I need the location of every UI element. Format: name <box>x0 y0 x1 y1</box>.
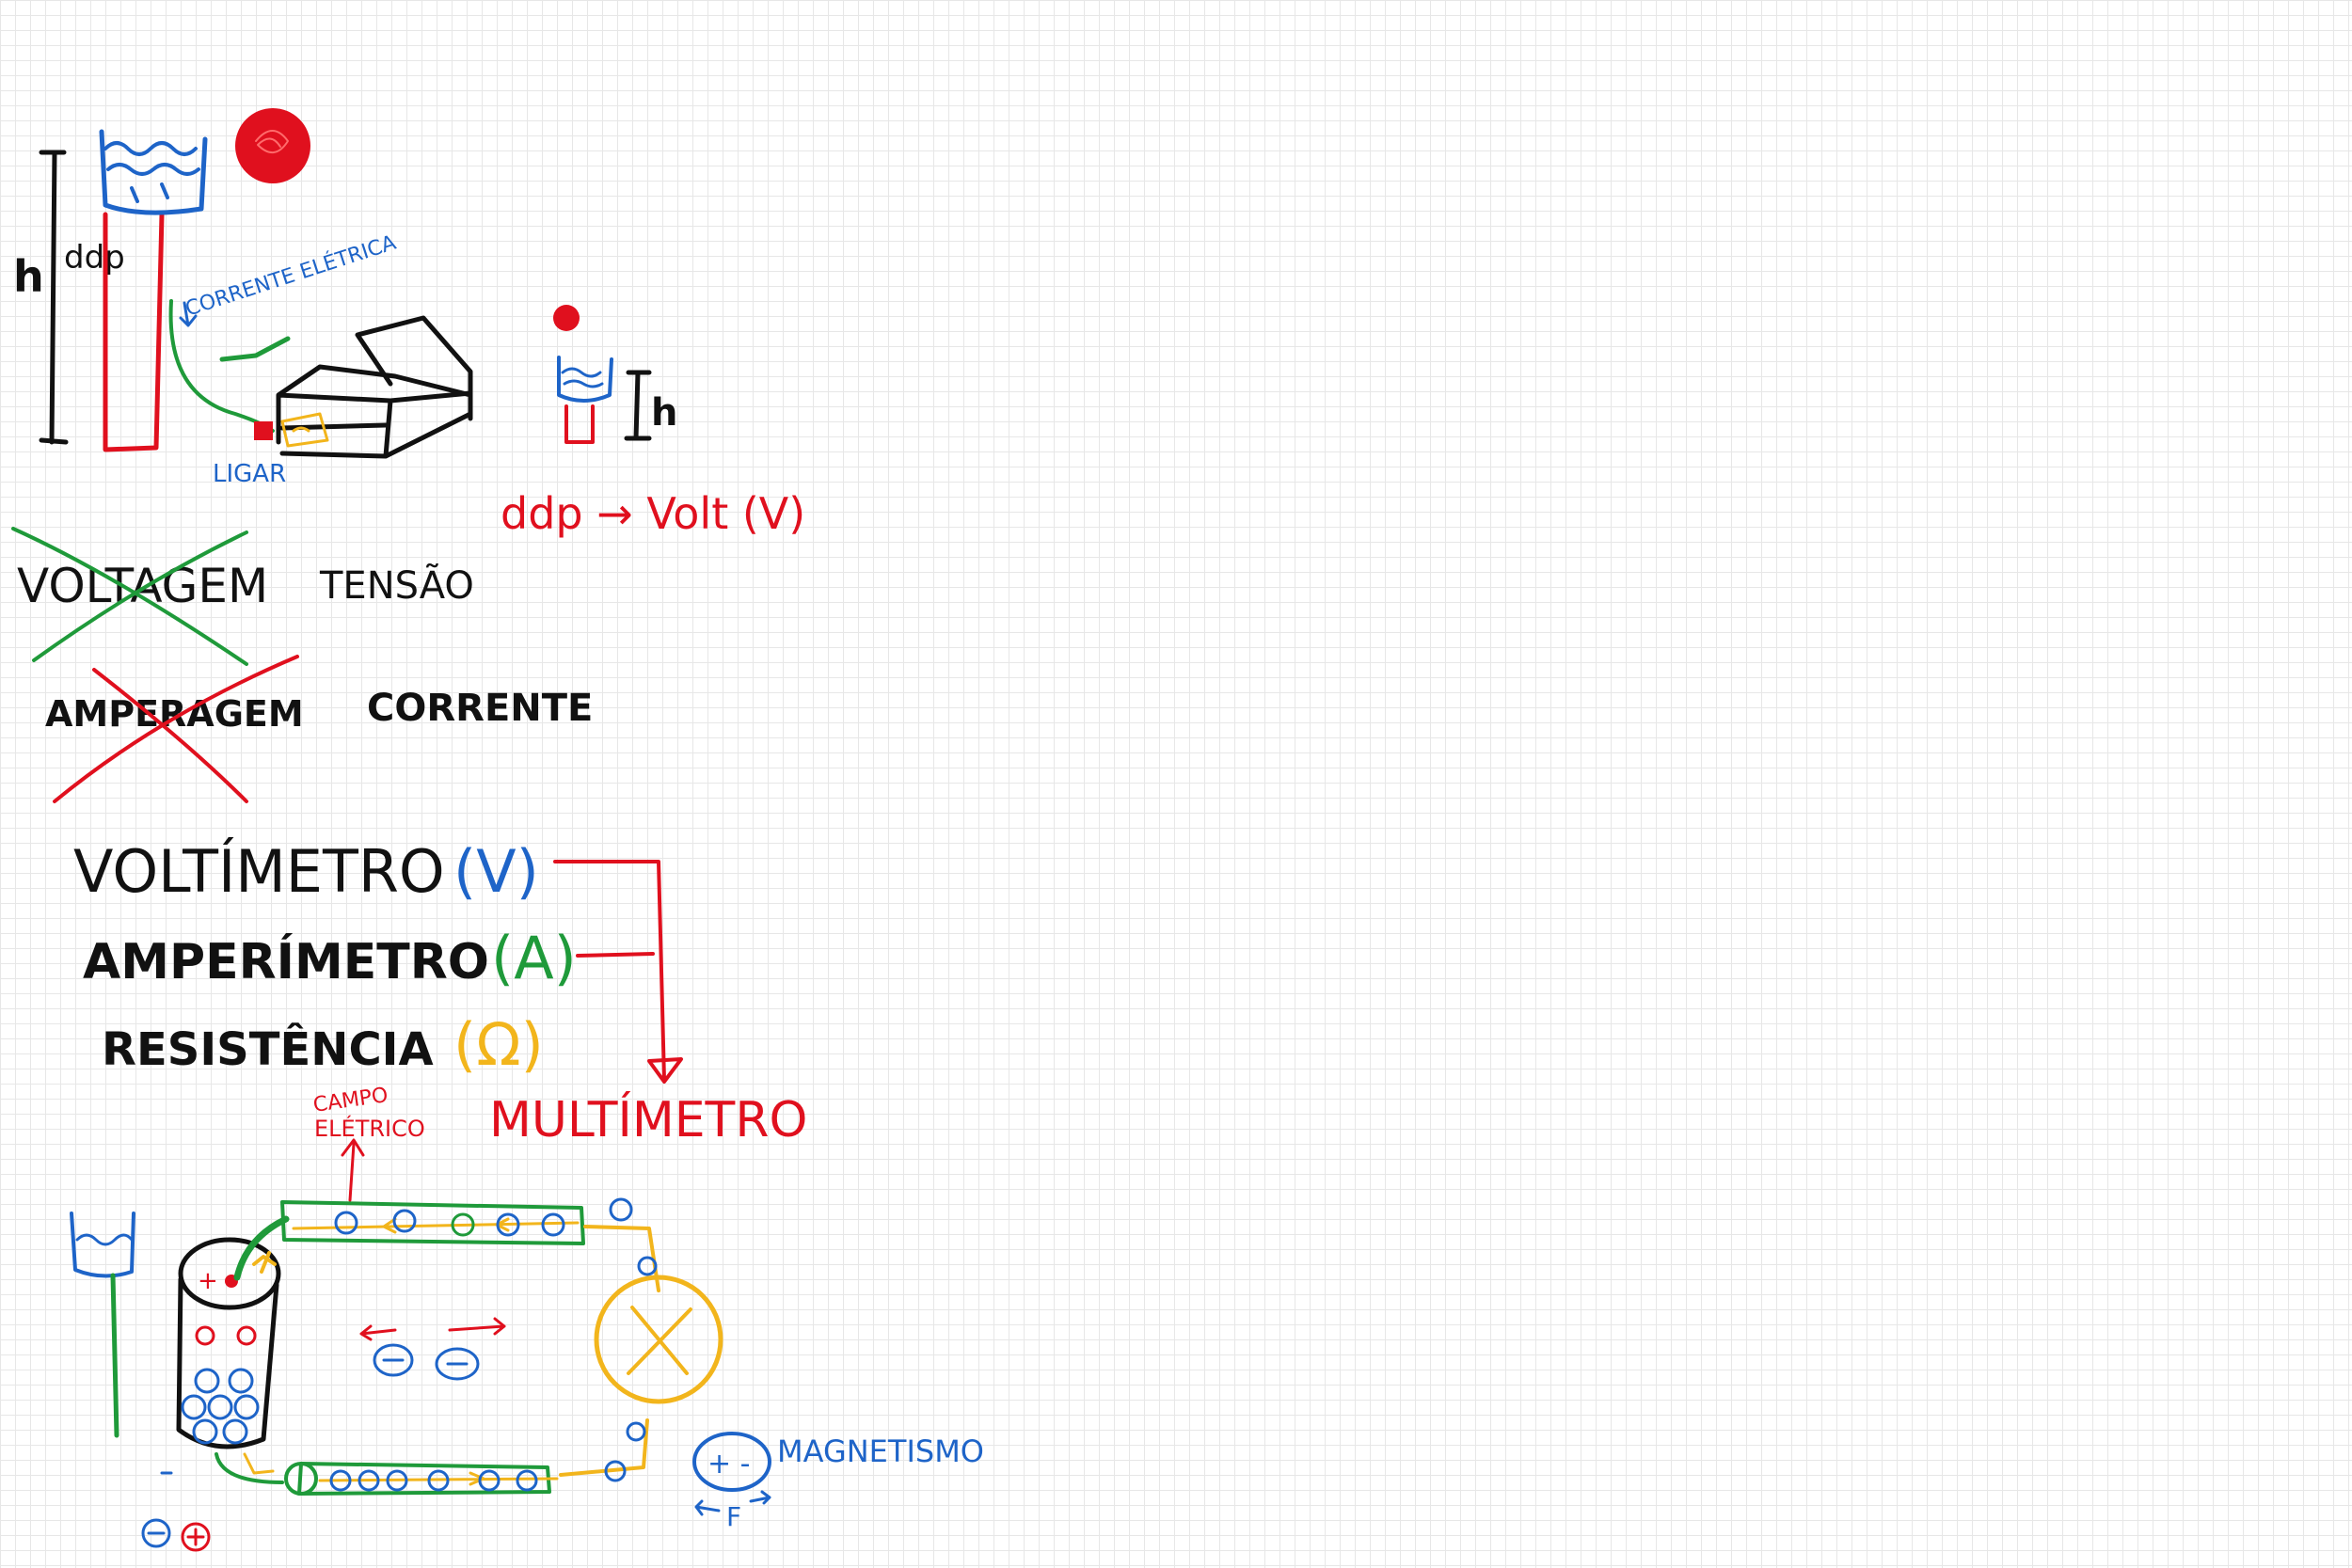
campo-label-2: ELÉTRICO <box>314 1115 425 1142</box>
small-h-label: h <box>651 391 677 435</box>
campo-pointer <box>341 1138 365 1202</box>
small-tank-water <box>561 367 604 388</box>
magnetismo-label: MAGNETISMO <box>777 1433 984 1469</box>
height-bracket <box>39 150 69 445</box>
whiteboard-canvas: h ddp CORRENTE ELÉTRICA LIGAR h ddp → Vo… <box>11 108 984 1552</box>
wire-electron <box>516 1469 538 1492</box>
term-voltagem: VOLTAGEM <box>17 559 268 613</box>
multimetro-label: MULTÍMETRO <box>489 1091 807 1148</box>
ddp-label: ddp <box>64 239 125 277</box>
free-electron-minus <box>382 1358 469 1366</box>
switch-red <box>254 421 273 440</box>
battery-electron-blue <box>192 1418 218 1445</box>
battery-electron-blue <box>207 1394 233 1420</box>
instrument-amperimetro-symbol: (A) <box>491 924 577 992</box>
battery-top <box>178 1237 281 1310</box>
right-wire-electron <box>626 1421 646 1442</box>
lamp-cross <box>627 1306 692 1375</box>
instrument-voltimetro-symbol: (V) <box>453 837 539 906</box>
tank-diagram: h ddp CORRENTE ELÉTRICA LIGAR h ddp → Vo… <box>13 108 805 539</box>
small-tank <box>557 356 613 403</box>
instrument-resistencia: RESISTÊNCIA <box>102 1022 434 1076</box>
green-dash <box>219 336 291 362</box>
instrument-amperimetro: AMPERÍMETRO <box>83 933 489 990</box>
right-wire <box>559 1225 660 1477</box>
charge-symbols <box>186 1528 205 1546</box>
instrument-list: VOLTÍMETRO (V) AMPERÍMETRO (A) RESISTÊNC… <box>73 837 807 1148</box>
battery-electron-blue <box>181 1394 207 1420</box>
circuit-tank-pipe <box>110 1273 119 1438</box>
small-pipe <box>564 404 595 444</box>
force-label: F <box>726 1501 741 1532</box>
upper-tank-water <box>103 141 200 203</box>
instrument-resistencia-symbol: (Ω) <box>453 1010 544 1079</box>
red-drop-small <box>553 305 580 331</box>
circuit-diagram: CAMPO ELÉTRICO + + - MAGNETISMO F <box>70 1084 984 1552</box>
term-amperagem: AMPERAGEM <box>45 693 304 735</box>
battery-plus: + <box>198 1267 218 1295</box>
wire-electron <box>334 1211 358 1235</box>
battery-electron-red-2 <box>236 1325 257 1346</box>
terms-block: VOLTAGEM TENSÃO AMPERAGEM CORRENTE <box>11 527 593 803</box>
battery-electron-blue <box>194 1368 220 1394</box>
battery-to-bottom <box>215 1452 284 1484</box>
battery-electrons-blue <box>181 1368 260 1445</box>
instrument-voltimetro: VOLTÍMETRO <box>73 837 445 906</box>
small-bracket <box>624 370 652 441</box>
wire-electron <box>392 1209 417 1233</box>
ddp-volt-label: ddp → Volt (V) <box>501 488 805 539</box>
battery-electron-blue <box>228 1368 254 1394</box>
field-arrows <box>359 1317 506 1341</box>
term-tensao: TENSÃO <box>319 562 474 608</box>
battery-electron-blue <box>233 1394 260 1420</box>
magnet-symbol: + - <box>707 1448 751 1481</box>
wire-electron <box>609 1197 633 1222</box>
corrente-label: CORRENTE ELÉTRICA <box>183 230 399 322</box>
h-label: h <box>13 251 44 302</box>
red-drop-large <box>235 108 310 183</box>
battery-electron-blue <box>222 1418 248 1445</box>
campo-label-1: CAMPO <box>311 1084 389 1117</box>
term-corrente: CORRENTE <box>367 687 593 730</box>
ligar-label: LIGAR <box>213 460 286 488</box>
house-sketch <box>276 315 473 459</box>
battery-electron-red-1 <box>195 1325 215 1346</box>
circuit-tank-water <box>75 1233 134 1246</box>
